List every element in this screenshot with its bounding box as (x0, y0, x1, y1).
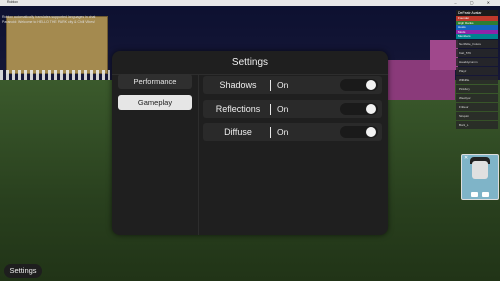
toggle-knob (366, 127, 376, 137)
team-members[interactable]: Members (456, 34, 498, 39)
setting-row-diffuse: Diffuse On (203, 123, 382, 141)
setting-value: On (277, 127, 289, 137)
window-titlebar: Roblox – ▢ ✕ (0, 0, 500, 6)
chat-line: Paranoid: Welcome to HELLO THE PARK city… (2, 19, 95, 24)
row-separator (270, 80, 272, 91)
house (6, 16, 108, 74)
fence (0, 70, 110, 80)
row-separator (270, 127, 272, 138)
settings-modal: Settings Performance Gameplay Shadows On… (112, 51, 388, 235)
setting-label: Reflections (215, 104, 261, 114)
leaderboard-row[interactable]: NerfAble_Future (456, 39, 498, 48)
tab-gameplay[interactable]: Gameplay (118, 95, 192, 110)
setting-label: Diffuse (224, 127, 252, 137)
settings-tab-list: Performance Gameplay (112, 74, 198, 235)
leaderboard-row[interactable]: Pinkfury (456, 84, 498, 93)
setting-row-shadows: Shadows On (203, 76, 382, 94)
leaderboard-row[interactable]: Fritteur (456, 102, 498, 111)
leaderboard-row[interactable]: Sinquin (456, 111, 498, 120)
window-controls[interactable]: – ▢ ✕ (454, 0, 496, 5)
setting-row-reflections: Reflections On (203, 100, 382, 118)
shadows-toggle[interactable] (340, 79, 378, 91)
diffuse-toggle[interactable] (340, 126, 378, 138)
leaderboard-row[interactable]: Borti_L (456, 120, 498, 129)
avatar-preview-panel: ✕ (461, 154, 499, 200)
chat-log: Roblox automatically translates supporte… (2, 15, 112, 24)
leaderboard-row[interactable]: Weoliyor (456, 93, 498, 102)
leaderboard-row[interactable]: Playz (456, 66, 498, 75)
leaderboard-row[interactable]: Kait_579 (456, 48, 498, 57)
reflections-toggle[interactable] (340, 103, 378, 115)
toggle-knob (366, 80, 376, 90)
player-leaderboard: DeFeatr Avatar Founder High Ranks Hosts … (456, 10, 498, 129)
avatar (472, 161, 488, 179)
microphone-icon[interactable] (471, 192, 478, 197)
leaderboard-row[interactable]: Wilbilfle (456, 75, 498, 84)
setting-value: On (277, 80, 289, 90)
settings-title: Settings (231, 57, 269, 68)
close-icon[interactable]: ✕ (464, 155, 468, 161)
column-divider (198, 75, 199, 235)
toggle-knob (366, 104, 376, 114)
pink-building-top (430, 40, 458, 70)
camera-icon[interactable] (482, 192, 489, 197)
setting-label: Shadows (219, 80, 257, 90)
setting-value: On (277, 104, 289, 114)
settings-button[interactable]: Settings (4, 264, 42, 278)
leaderboard-row[interactable]: Hauddycumm (456, 57, 498, 66)
tab-performance[interactable]: Performance (118, 74, 192, 89)
row-separator (270, 104, 272, 115)
window-title: Roblox (7, 0, 18, 4)
